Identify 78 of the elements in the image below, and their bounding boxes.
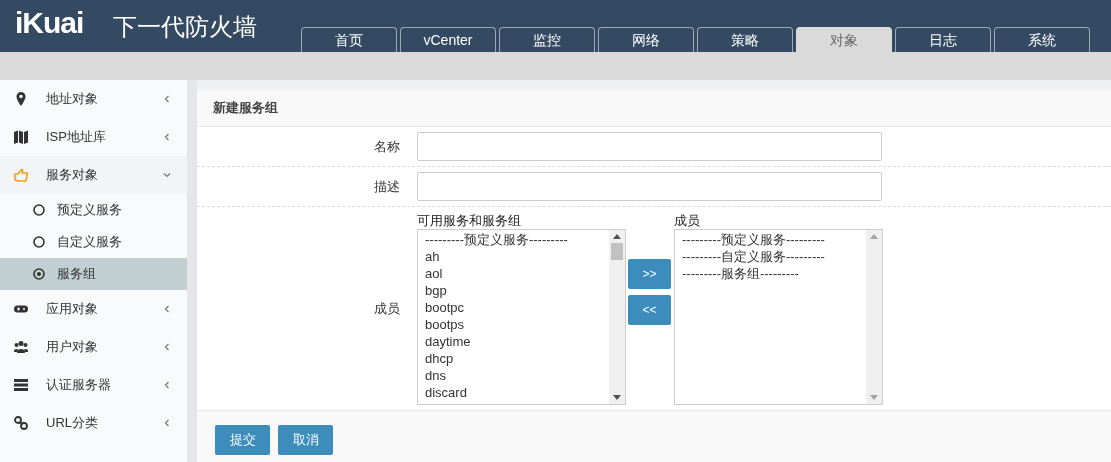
logo: iKuai [15, 6, 84, 40]
cancel-button[interactable]: 取消 [278, 425, 333, 455]
sidebar-label: 认证服务器 [46, 376, 112, 394]
nav-tab[interactable]: 监控 [499, 27, 595, 52]
users-icon [14, 340, 28, 354]
nav-tab[interactable]: 网络 [598, 27, 694, 52]
field-label: 成员 [373, 299, 400, 318]
input-field[interactable] [417, 172, 882, 201]
nav-tab[interactable]: 首页 [301, 27, 397, 52]
list-option[interactable]: bgp [425, 281, 609, 299]
nav-tab[interactable]: 策略 [697, 27, 793, 52]
sidebar-item[interactable]: 用户对象 [0, 328, 187, 366]
sidebar-label: URL分类 [46, 414, 99, 432]
scroll-up-icon [613, 233, 621, 239]
submit-button[interactable]: 提交 [215, 425, 270, 455]
list-option[interactable]: ---------预定义服务--------- [425, 230, 609, 248]
link-icon [14, 416, 28, 430]
nav-tab[interactable]: 对象 [796, 27, 892, 52]
list-option[interactable]: ---------预定义服务--------- [682, 230, 866, 248]
available-list[interactable]: ---------预定义服务--------- ah aol bgp bootpc bootps daytime dhcp dns discard [417, 228, 626, 405]
scroll-up-icon [870, 233, 878, 239]
nav-tab[interactable]: 日志 [895, 27, 991, 52]
scroll-down-icon [613, 394, 621, 400]
list-option[interactable]: ah [425, 247, 609, 265]
nav-tab[interactable]: vCenter [400, 27, 496, 52]
field-label: 描述 [373, 177, 400, 196]
sidebar-item[interactable]: 应用对象 [0, 290, 187, 328]
list-option[interactable]: ---------自定义服务--------- [682, 247, 866, 265]
sidebar-label: 服务对象 [46, 166, 99, 184]
list-option[interactable]: dhcp [425, 349, 609, 367]
list-option[interactable]: bootpc [425, 298, 609, 316]
server-icon [14, 378, 28, 392]
hand-pointing-icon [14, 168, 28, 182]
members-list[interactable]: ---------预定义服务--------- ---------自定义服务--------- ---------服务组--------- [674, 228, 883, 405]
submenu-label: 预定义服务 [57, 201, 122, 219]
sidebar-label: 用户对象 [46, 338, 99, 356]
list-option[interactable]: dns [425, 366, 609, 384]
chevron-left-icon [163, 419, 171, 427]
nav-tab[interactable]: 系统 [994, 27, 1090, 52]
submenu-label: 自定义服务 [57, 233, 122, 251]
add-button[interactable]: >> [628, 258, 671, 289]
submenu-item[interactable]: 服务组 [0, 258, 187, 290]
submenu-item[interactable]: 自定义服务 [0, 226, 187, 258]
chevron-down-icon [163, 171, 171, 179]
sidebar-item[interactable]: 地址对象 [0, 80, 187, 118]
scroll-down-icon [870, 394, 878, 400]
chevron-left-icon [163, 305, 171, 313]
sidebar-item[interactable]: 认证服务器 [0, 366, 187, 404]
scrollbar-thumb[interactable] [611, 242, 623, 260]
field-label: 名称 [373, 137, 400, 156]
remove-button[interactable]: << [628, 294, 671, 325]
sidebar-item[interactable]: 服务对象 [0, 156, 187, 194]
panel-title: 新建服务组 [197, 90, 1111, 127]
list-label: 可用服务和服务组 [417, 212, 522, 229]
sidebar-item[interactable]: URL分类 [0, 404, 187, 442]
sidebar-label: 应用对象 [46, 300, 99, 318]
chevron-left-icon [163, 381, 171, 389]
chevron-left-icon [163, 95, 171, 103]
submenu-item[interactable]: 预定义服务 [0, 194, 187, 226]
map-icon [14, 130, 28, 144]
sidebar-item[interactable]: ISP地址库 [0, 118, 187, 156]
list-option[interactable]: aol [425, 264, 609, 282]
list-option[interactable]: discard [425, 383, 609, 401]
list-option[interactable]: ---------服务组--------- [682, 264, 866, 282]
sidebar-label: 地址对象 [46, 90, 99, 108]
radio-selected-icon [33, 268, 45, 280]
radio-icon [33, 236, 45, 248]
sidebar-label: ISP地址库 [46, 128, 107, 146]
list-label: 成员 [674, 212, 701, 229]
chevron-left-icon [163, 343, 171, 351]
list-option[interactable]: bootps [425, 315, 609, 333]
radio-icon [33, 204, 45, 216]
map-pin-icon [14, 92, 28, 106]
submenu-label: 服务组 [57, 265, 96, 283]
input-field[interactable] [417, 132, 882, 161]
list-option[interactable]: daytime [425, 332, 609, 350]
app-title: 下一代防火墙 [113, 12, 257, 42]
chevron-left-icon [163, 133, 171, 141]
